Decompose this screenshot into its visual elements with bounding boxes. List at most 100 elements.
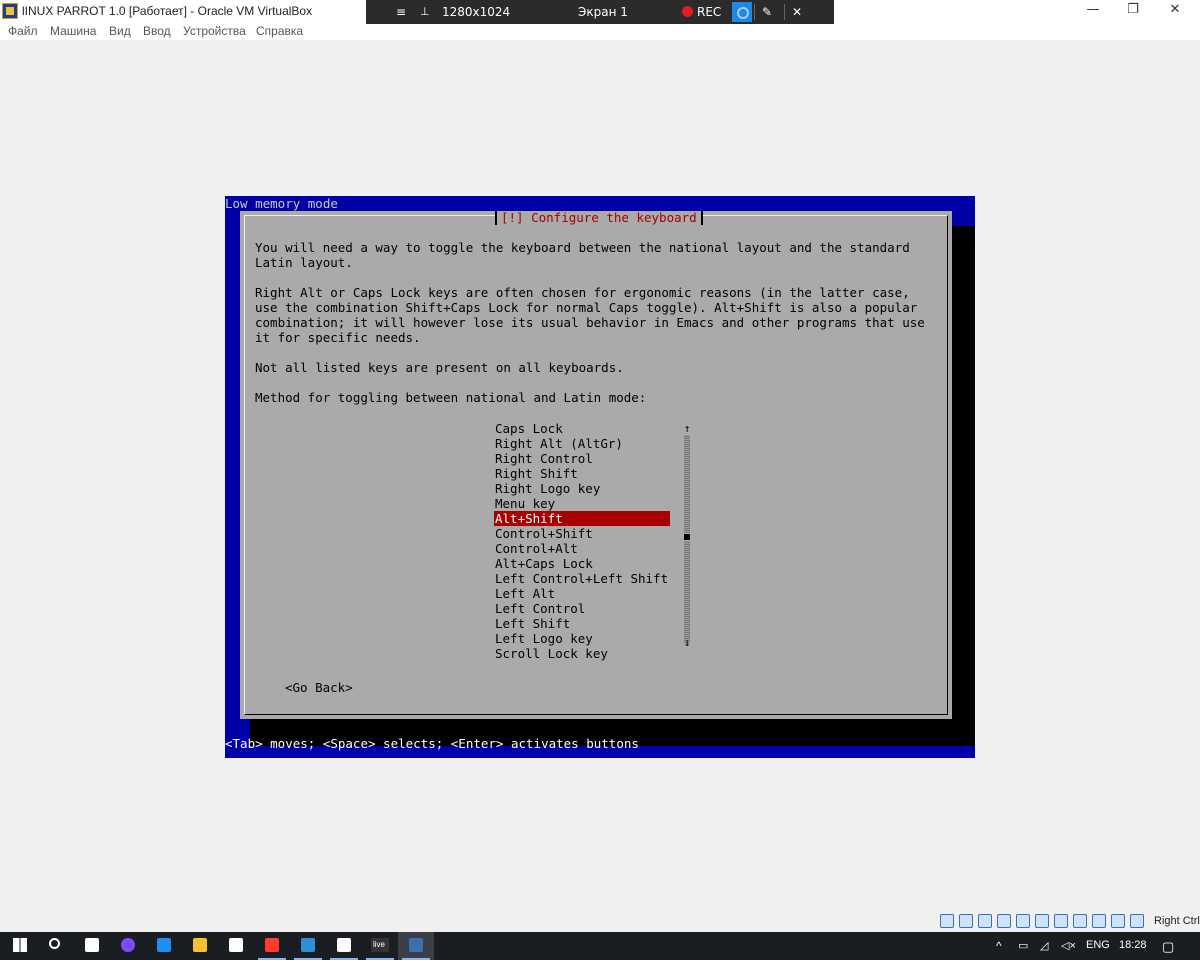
record-button[interactable]: REC — [682, 0, 721, 24]
tray-chevron-icon[interactable]: ^ — [996, 939, 1002, 953]
list-option[interactable]: Right Shift — [494, 466, 670, 481]
live-icon[interactable]: live — [362, 932, 398, 960]
live-label: live — [373, 940, 386, 949]
file-explorer-icon-glyph — [193, 938, 207, 952]
yandex-browser-icon-glyph — [265, 938, 279, 952]
toolbar-separator — [784, 4, 785, 20]
display-icon[interactable] — [1054, 914, 1068, 928]
store-icon-glyph — [229, 938, 243, 952]
low-memory-label: Low memory mode — [225, 196, 338, 211]
windows-start-icon[interactable] — [2, 932, 38, 960]
live-icon-glyph: live — [371, 938, 389, 952]
clock[interactable]: 18:28 — [1119, 939, 1147, 951]
shared-folders-icon[interactable] — [1035, 914, 1049, 928]
method-prompt: Method for toggling between national and… — [255, 390, 647, 405]
list-option[interactable]: Alt+Shift — [494, 511, 670, 526]
video-capture-icon[interactable] — [1073, 914, 1087, 928]
arrow-icon[interactable] — [1130, 914, 1144, 928]
volume-tray-icon[interactable]: ◁× — [1061, 939, 1076, 952]
list-option[interactable]: Left Alt — [494, 586, 670, 601]
edit-icon[interactable]: ✎ — [762, 0, 772, 24]
network-tray-icon[interactable]: ▭ — [1018, 939, 1028, 952]
screen-label: Экран 1 — [578, 5, 628, 19]
keyboard-dialog: [!] Configure the keyboard You will need… — [240, 211, 952, 719]
windows-start-icon-glyph — [13, 938, 27, 952]
store-icon[interactable] — [218, 932, 254, 960]
contacts-icon[interactable] — [290, 932, 326, 960]
go-back-button[interactable]: <Go Back> — [285, 680, 353, 695]
resolution-label: 1280x1024 — [442, 5, 511, 19]
mini-toolbar: ≡ ⊥ 1280x1024 Экран 1 REC ✎ ✕ — [366, 0, 834, 24]
list-option[interactable]: Right Logo key — [494, 481, 670, 496]
audio-icon[interactable] — [978, 914, 992, 928]
edge-icon-glyph — [157, 938, 171, 952]
alice-icon[interactable] — [110, 932, 146, 960]
list-option[interactable]: Left Control — [494, 601, 670, 616]
scrollbar-thumb[interactable] — [683, 533, 691, 541]
menu-file[interactable]: Файл — [8, 24, 38, 38]
search-icon[interactable] — [38, 932, 74, 960]
menubar: Файл Машина Вид Ввод Устройства Справка — [0, 22, 1200, 40]
mouse-integration-icon[interactable] — [1111, 914, 1125, 928]
yandex-browser-icon[interactable] — [254, 932, 290, 960]
scroll-down-icon[interactable]: ↓ — [683, 637, 691, 649]
optical-icon[interactable] — [959, 914, 973, 928]
menu-view[interactable]: Вид — [109, 24, 131, 38]
list-option[interactable]: Control+Shift — [494, 526, 670, 541]
task-view-icon-glyph — [85, 938, 99, 952]
list-option[interactable]: Scroll Lock key — [494, 646, 670, 661]
host-key-label: Right Ctrl — [1154, 915, 1200, 927]
list-option[interactable]: Right Control — [494, 451, 670, 466]
virtualbox-app-icon — [2, 3, 18, 19]
maximize-button[interactable]: ❐ — [1110, 0, 1156, 22]
list-option[interactable]: Alt+Caps Lock — [494, 556, 670, 571]
list-option[interactable]: Caps Lock — [494, 421, 670, 436]
intro-paragraph: You will need a way to toggle the keyboa… — [255, 240, 910, 270]
search-icon-glyph — [49, 938, 60, 949]
task-view-icon[interactable] — [74, 932, 110, 960]
virtualbox-icon-glyph — [409, 938, 423, 952]
language-indicator[interactable]: ENG — [1086, 939, 1110, 951]
mail-icon[interactable] — [326, 932, 362, 960]
vbox-status-bar: Right Ctrl — [936, 912, 1200, 932]
list-option[interactable]: Left Logo key — [494, 631, 670, 646]
record-label: REC — [697, 5, 722, 19]
menu-icon[interactable]: ≡ — [396, 0, 406, 24]
hdd-icon[interactable] — [940, 914, 954, 928]
list-option[interactable]: Right Alt (AltGr) — [494, 436, 670, 451]
windows-taskbar: ^ ▭ ◿ ◁× ENG 18:28 ▢ live — [0, 932, 1200, 960]
virtualbox-icon[interactable] — [398, 932, 434, 960]
pin-icon[interactable]: ⊥ — [420, 0, 430, 24]
record-icon — [682, 6, 693, 17]
list-option[interactable]: Menu key — [494, 496, 670, 511]
list-option[interactable]: Control+Alt — [494, 541, 670, 556]
usb-icon[interactable] — [1016, 914, 1030, 928]
menu-input[interactable]: Ввод — [143, 24, 171, 38]
keys-note: Not all listed keys are present on all k… — [255, 360, 624, 375]
wifi-tray-icon[interactable]: ◿ — [1040, 939, 1048, 952]
close-button[interactable]: ✕ — [1152, 0, 1198, 22]
capture-icon[interactable] — [732, 2, 752, 22]
scroll-up-icon[interactable]: ↑ — [683, 423, 691, 435]
menu-machine[interactable]: Машина — [50, 24, 96, 38]
help-line: <Tab> moves; <Space> selects; <Enter> ac… — [225, 736, 639, 751]
menu-help[interactable]: Справка — [256, 24, 303, 38]
toggle-method-list[interactable]: Caps Lock Right Alt (AltGr) Right Control R… — [494, 421, 670, 661]
alice-icon-glyph — [121, 938, 135, 952]
ergonomic-paragraph: Right Alt or Caps Lock keys are often ch… — [255, 285, 925, 345]
menu-devices[interactable]: Устройства — [183, 24, 246, 38]
list-option[interactable]: Left Control+Left Shift — [494, 571, 670, 586]
network-icon[interactable] — [997, 914, 1011, 928]
list-scrollbar[interactable]: ↑ ↓ — [683, 423, 691, 649]
toolbar-separator — [754, 4, 755, 20]
cpu-icon[interactable] — [1092, 914, 1106, 928]
edge-icon[interactable] — [146, 932, 182, 960]
mail-icon-glyph — [337, 938, 351, 952]
notifications-icon[interactable]: ▢ — [1162, 939, 1174, 955]
guest-console[interactable]: Low memory mode [!] Configure the keyboa… — [225, 196, 975, 758]
contacts-icon-glyph — [301, 938, 315, 952]
window-title: lINUX PARROT 1.0 [Работает] - Oracle VM … — [22, 4, 313, 18]
file-explorer-icon[interactable] — [182, 932, 218, 960]
list-option[interactable]: Left Shift — [494, 616, 670, 631]
minitoolbar-close-icon[interactable]: ✕ — [792, 0, 802, 24]
